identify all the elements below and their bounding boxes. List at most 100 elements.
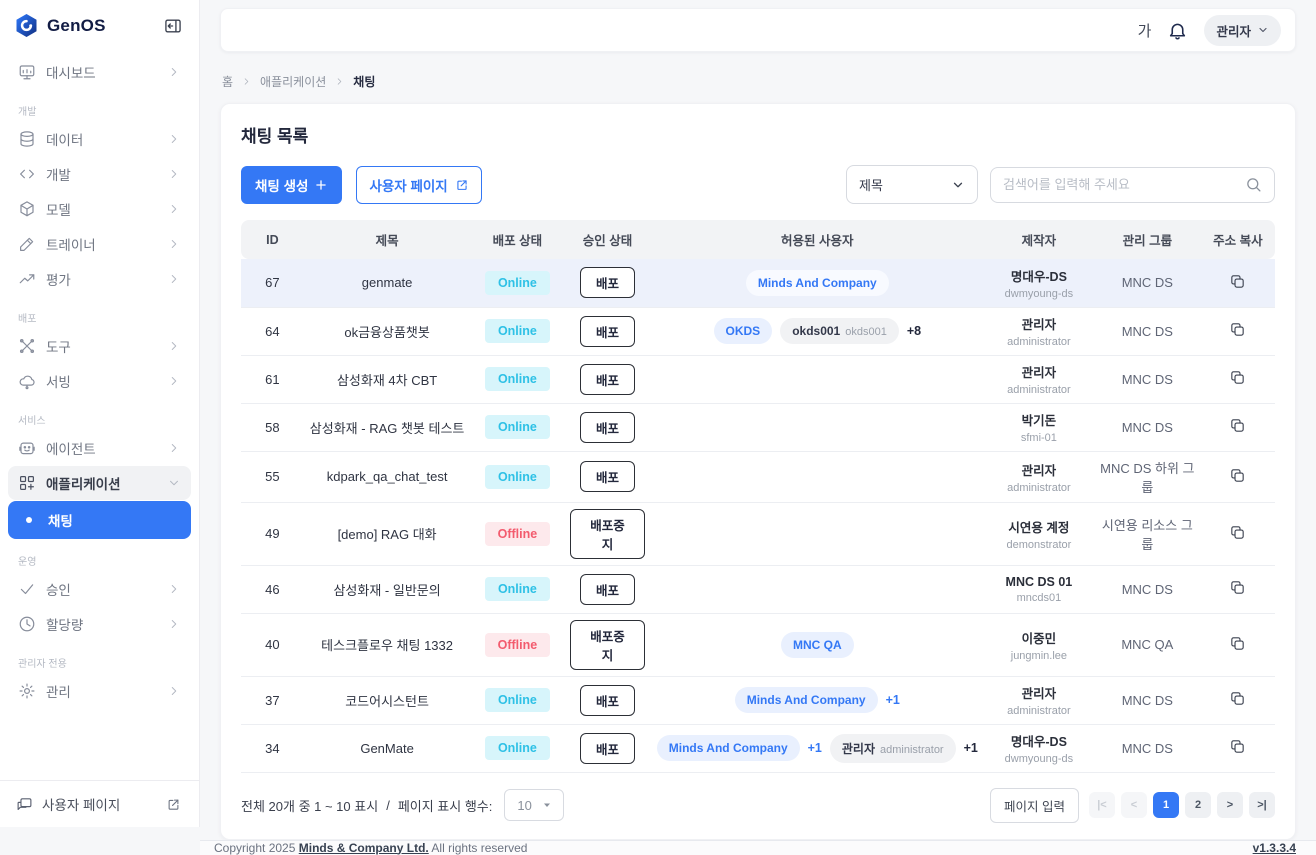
cell-title[interactable]: 삼성화재 - 일반문의 — [303, 565, 471, 614]
logo[interactable]: GenOS — [14, 13, 106, 38]
sidebar-item-대시보드[interactable]: 대시보드 — [8, 55, 191, 89]
cell-title[interactable]: ok금융상품챗봇 — [303, 307, 471, 356]
allowed-user-chip[interactable]: okds001 okds001 — [780, 318, 899, 344]
approval-status-button[interactable]: 배포 — [580, 411, 636, 443]
sidebar-item-모델[interactable]: 모델 — [8, 192, 191, 226]
cell-title[interactable]: 삼성화재 - RAG 챗봇 테스트 — [303, 403, 471, 452]
approval-status-button[interactable]: 배포중지 — [570, 508, 645, 559]
approval-status-button[interactable]: 배포 — [580, 684, 636, 716]
copy-address-button[interactable] — [1229, 273, 1246, 293]
sidebar-item-관리[interactable]: 관리 — [8, 674, 191, 708]
cell-title[interactable]: GenMate — [303, 724, 471, 773]
allowed-user-more-badge[interactable]: +1 — [886, 693, 900, 707]
copy-address-button[interactable] — [1229, 690, 1246, 710]
breadcrumb-item[interactable]: 채팅 — [353, 73, 375, 90]
cell-approval: 배포 — [564, 403, 651, 452]
table-row[interactable]: 61 삼성화재 4차 CBT Online 배포 관리자 administrator MNC… — [241, 355, 1275, 404]
approval-status-button[interactable]: 배포 — [580, 732, 636, 764]
pager: |< <1 2 > >| — [1089, 792, 1275, 818]
approval-status-button[interactable]: 배포 — [580, 461, 636, 492]
cell-approval: 배포중지 — [564, 502, 651, 566]
version-link[interactable]: v1.3.3.4 — [1253, 841, 1296, 855]
allowed-user-chip[interactable]: Minds And Company — [745, 269, 889, 296]
cell-id: 55 — [241, 451, 304, 503]
search-field-select[interactable]: 제목 — [846, 165, 978, 204]
sidebar-item-개발[interactable]: 개발 — [8, 157, 191, 191]
table-row[interactable]: 67 genmate Online 배포 Minds And Company 명대우-DS… — [241, 259, 1275, 308]
cell-title[interactable]: [demo] RAG 대화 — [303, 502, 471, 566]
copy-address-button[interactable] — [1229, 524, 1246, 544]
search-icon[interactable] — [1245, 176, 1262, 193]
allowed-user-chip[interactable]: Minds And Company — [734, 687, 878, 713]
cell-title[interactable]: 테스크플로우 채팅 1332 — [303, 613, 471, 677]
allowed-user-chip[interactable]: Minds And Company — [656, 735, 800, 761]
sidebar-item-에이전트[interactable]: 에이전트 — [8, 431, 191, 465]
pager-next-page[interactable]: > — [1217, 792, 1243, 818]
approval-status-button[interactable]: 배포 — [580, 267, 636, 299]
copy-address-button[interactable] — [1229, 369, 1246, 389]
per-page-select[interactable]: 10 — [504, 789, 564, 821]
copy-address-button[interactable] — [1229, 417, 1246, 437]
user-page-button[interactable]: 사용자 페이지 — [356, 165, 482, 204]
approval-status-button[interactable]: 배포 — [580, 363, 636, 395]
pager-page-1[interactable]: 1 — [1153, 792, 1179, 818]
sidebar-item-트레이너[interactable]: 트레이너 — [8, 227, 191, 261]
allowed-user-chip[interactable]: MNC QA — [780, 631, 854, 658]
page-input-button[interactable]: 페이지 입력 — [990, 787, 1079, 823]
breadcrumb-item[interactable]: 애플리케이션 — [260, 73, 326, 90]
font-size-button[interactable]: 가 — [1138, 20, 1152, 41]
cell-title[interactable]: 코드어시스턴트 — [303, 676, 471, 725]
chevron-right-icon — [167, 202, 181, 216]
table-row[interactable]: 55 kdpark_qa_chat_test Online 배포 관리자 administ… — [241, 451, 1275, 503]
allowed-user-chip[interactable]: 관리자 administrator — [829, 733, 956, 763]
cell-id: 61 — [241, 355, 304, 404]
sidebar-item-할당량[interactable]: 할당량 — [8, 607, 191, 641]
search-input[interactable] — [1003, 177, 1245, 192]
table-row[interactable]: 37 코드어시스턴트 Online 배포 Minds And Company +1 관리자 a… — [241, 676, 1275, 725]
table-row[interactable]: 34 GenMate Online 배포 Minds And Company +1 관리자 a… — [241, 724, 1275, 773]
allowed-user-more-badge[interactable]: +8 — [907, 324, 921, 338]
copy-address-button[interactable] — [1229, 738, 1246, 758]
copy-address-button[interactable] — [1229, 635, 1246, 655]
create-chat-button[interactable]: 채팅 생성 — [241, 165, 343, 204]
approval-status-button[interactable]: 배포 — [580, 573, 636, 605]
pager-page-2[interactable]: 2 — [1185, 792, 1211, 818]
column-header: 제작자 — [983, 220, 1094, 259]
chevron-down-icon — [951, 178, 965, 192]
sidebar-item-평가[interactable]: 평가 — [8, 262, 191, 296]
cell-approval: 배포중지 — [564, 613, 651, 677]
table-row[interactable]: 40 테스크플로우 채팅 1332 Offline 배포중지 MNC QA 이중민 jung… — [241, 613, 1275, 677]
company-link[interactable]: Minds & Company Ltd. — [299, 841, 429, 855]
approval-status-button[interactable]: 배포중지 — [570, 619, 645, 670]
sidebar-item-승인[interactable]: 승인 — [8, 572, 191, 606]
sidebar-item-서빙[interactable]: 서빙 — [8, 364, 191, 398]
pager-last-page[interactable]: >| — [1249, 792, 1275, 818]
copy-address-button[interactable] — [1229, 579, 1246, 599]
sidebar-item-애플리케이션[interactable]: 애플리케이션 — [8, 466, 191, 500]
sidebar-user-page-link[interactable]: 사용자 페이지 — [0, 780, 199, 827]
copy-address-button[interactable] — [1229, 321, 1246, 341]
table-row[interactable]: 49 [demo] RAG 대화 Offline 배포중지 시연용 계정 demonstr… — [241, 502, 1275, 566]
allowed-user-chip[interactable]: OKDS — [713, 318, 773, 344]
allowed-user-more-badge[interactable]: +1 — [808, 741, 822, 755]
cell-creator: 이중민 jungmin.lee — [983, 613, 1094, 677]
sidebar-item-도구[interactable]: 도구 — [8, 329, 191, 363]
table-row[interactable]: 46 삼성화재 - 일반문의 Online 배포 MNC DS 01 mncds01 MNC… — [241, 565, 1275, 614]
sidebar-item-채팅[interactable]: 채팅 — [8, 501, 191, 539]
cell-allowed-users: MNC QA — [650, 613, 984, 677]
cell-title[interactable]: genmate — [303, 259, 471, 308]
user-menu-button[interactable]: 관리자 — [1204, 14, 1281, 46]
allowed-user-more-badge[interactable]: +1 — [964, 741, 978, 755]
table-row[interactable]: 58 삼성화재 - RAG 챗봇 테스트 Online 배포 박기돈 sfmi-01 MNC… — [241, 403, 1275, 452]
sidebar-item-데이터[interactable]: 데이터 — [8, 122, 191, 156]
sidebar-collapse-icon[interactable] — [163, 16, 183, 36]
breadcrumb-item[interactable]: 홈 — [222, 73, 233, 90]
cell-title[interactable]: 삼성화재 4차 CBT — [303, 355, 471, 404]
approval-status-button[interactable]: 배포 — [580, 315, 636, 347]
notification-bell-icon[interactable] — [1167, 20, 1188, 41]
sidebar: GenOS 대시보드 개발 데이터 개발 모델 트레이너 평가 배포 도구 서빙 서비스 에이전트 애플… — [0, 0, 200, 827]
cell-admin-group: MNC DS — [1093, 724, 1201, 773]
cell-title[interactable]: kdpark_qa_chat_test — [303, 451, 471, 503]
copy-address-button[interactable] — [1229, 467, 1246, 487]
table-row[interactable]: 64 ok금융상품챗봇 Online 배포 OKDS okds001 okds001 +8 관리… — [241, 307, 1275, 356]
